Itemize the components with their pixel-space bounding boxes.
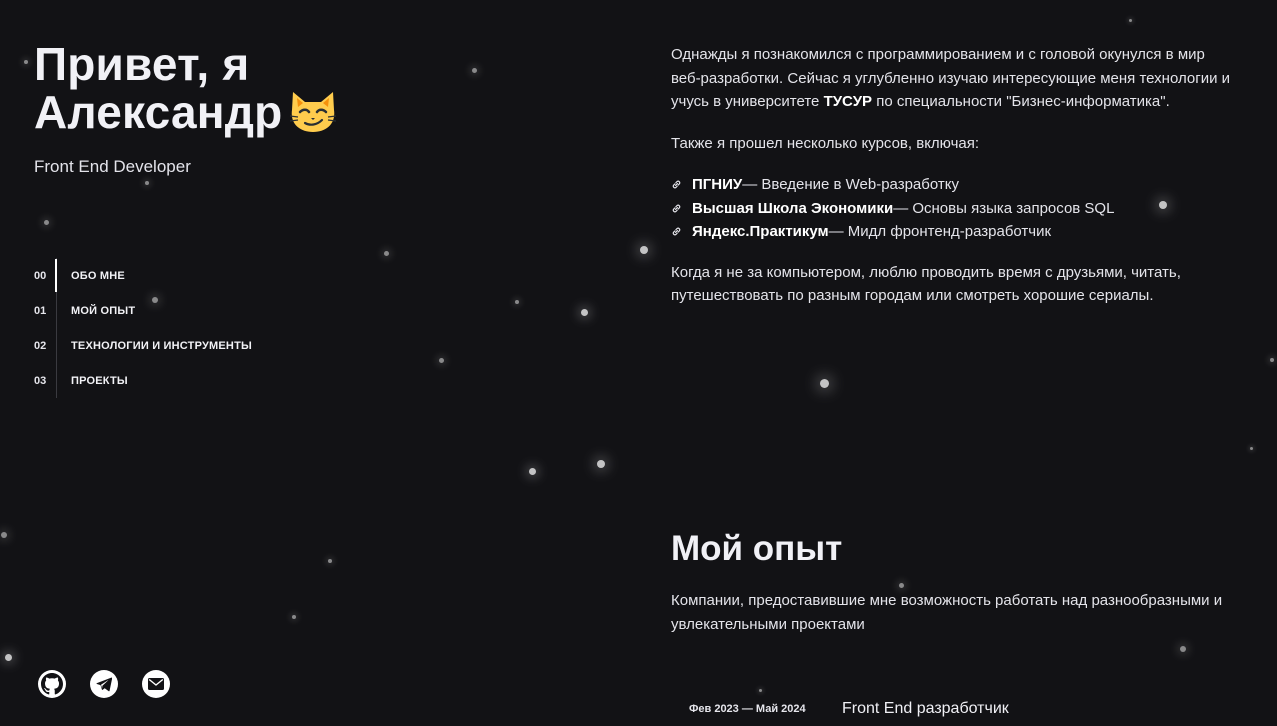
courses-list: ПГНИУ — Введение в Web-разработку Высшая… xyxy=(671,173,1231,244)
experience-period: Фев 2023 — Май 2024 xyxy=(689,703,806,715)
mail-icon[interactable] xyxy=(142,670,170,698)
section-nav: 00 ОБО МНЕ 01 МОЙ ОПЫТ 02 ТЕХНОЛОГИИ И И… xyxy=(34,258,252,398)
nav-item-projects[interactable]: 03 ПРОЕКТЫ xyxy=(34,363,252,398)
experience-item[interactable]: Фев 2023 — Май 2024 Front End разработчи… xyxy=(689,700,1009,718)
social-links xyxy=(38,670,170,698)
nav-item-label: МОЙ ОПЫТ xyxy=(71,304,136,317)
course-name: Высшая Школа Экономики xyxy=(692,199,894,217)
nav-item-experience[interactable]: 01 МОЙ ОПЫТ xyxy=(34,293,252,328)
nav-item-label: ОБО МНЕ xyxy=(71,269,125,282)
particle-dot xyxy=(328,559,332,563)
nav-item-about[interactable]: 00 ОБО МНЕ xyxy=(34,258,252,293)
course-desc: — Мидл фронтенд-разработчик xyxy=(828,223,1052,240)
particle-dot xyxy=(640,246,648,254)
hero-title-line2: Александр xyxy=(34,86,283,138)
experience-title: Мой опыт xyxy=(671,529,843,568)
particle-dot xyxy=(1249,446,1253,450)
particle-dot xyxy=(1180,646,1186,652)
telegram-icon[interactable] xyxy=(90,670,118,698)
course-desc: — Основы языка запросов SQL xyxy=(893,199,1115,217)
particle-dot xyxy=(438,357,444,363)
particle-dot xyxy=(471,67,477,73)
hero-title: Привет, я Александр xyxy=(34,40,338,142)
nav-item-number: 01 xyxy=(34,304,47,317)
particle-dot xyxy=(580,308,588,316)
hero-title-line1: Привет, я xyxy=(34,38,250,90)
page: Привет, я Александр Front End Developer … xyxy=(0,0,1277,726)
experience-description: Компании, предоставившие мне возможность… xyxy=(671,592,1223,633)
about-paragraph-1: Однажды я познакомился с программировани… xyxy=(671,43,1231,114)
github-icon[interactable] xyxy=(38,670,66,698)
particle-dot xyxy=(4,653,12,661)
nav-item-number: 02 xyxy=(34,339,47,352)
particle-dot xyxy=(1270,358,1274,362)
particle-dot xyxy=(758,688,762,692)
particle-dot xyxy=(597,460,605,468)
particle-dot xyxy=(145,181,149,185)
smirking-cat-emoji-icon xyxy=(288,88,338,142)
about-text: по специальности "Бизнес-информатика". xyxy=(872,93,1170,110)
university-name: ТУСУР xyxy=(823,93,873,110)
nav-item-label: ПРОЕКТЫ xyxy=(71,374,128,387)
link-icon xyxy=(671,179,683,190)
link-icon xyxy=(671,226,683,237)
link-icon xyxy=(671,203,683,214)
particle-dot xyxy=(819,378,829,388)
nav-item-technologies[interactable]: 02 ТЕХНОЛОГИИ И ИНСТРУМЕНТЫ xyxy=(34,328,252,363)
particle-dot xyxy=(898,582,904,588)
particle-dot xyxy=(43,219,49,225)
course-desc: — Введение в Web-разработку xyxy=(742,176,959,193)
particle-dot xyxy=(1128,18,1132,22)
about-paragraph-3: Когда я не за компьютером, люблю проводи… xyxy=(671,263,1181,305)
particle-dot xyxy=(528,467,536,475)
particle-dot xyxy=(383,250,389,256)
particle-dot xyxy=(292,615,296,619)
nav-item-label: ТЕХНОЛОГИИ И ИНСТРУМЕНТЫ xyxy=(71,339,252,352)
about-paragraph-2: Также я прошел несколько курсов, включая… xyxy=(671,134,980,152)
nav-item-number: 03 xyxy=(34,374,47,387)
course-item[interactable]: ПГНИУ — Введение в Web-разработку xyxy=(671,173,1231,197)
hero-subtitle: Front End Developer xyxy=(34,157,191,176)
experience-role: Front End разработчик xyxy=(842,700,1009,717)
about-section: Однажды я познакомился с программировани… xyxy=(671,43,1231,326)
nav-item-number: 00 xyxy=(34,269,47,282)
course-name: Яндекс.Практикум xyxy=(692,223,829,240)
particle-dot xyxy=(24,60,28,64)
particle-dot xyxy=(1,532,7,538)
course-item[interactable]: Яндекс.Практикум — Мидл фронтенд-разрабо… xyxy=(671,220,1231,244)
particle-dot xyxy=(515,300,519,304)
course-name: ПГНИУ xyxy=(692,176,743,193)
course-item[interactable]: Высшая Школа Экономики — Основы языка за… xyxy=(671,197,1231,221)
